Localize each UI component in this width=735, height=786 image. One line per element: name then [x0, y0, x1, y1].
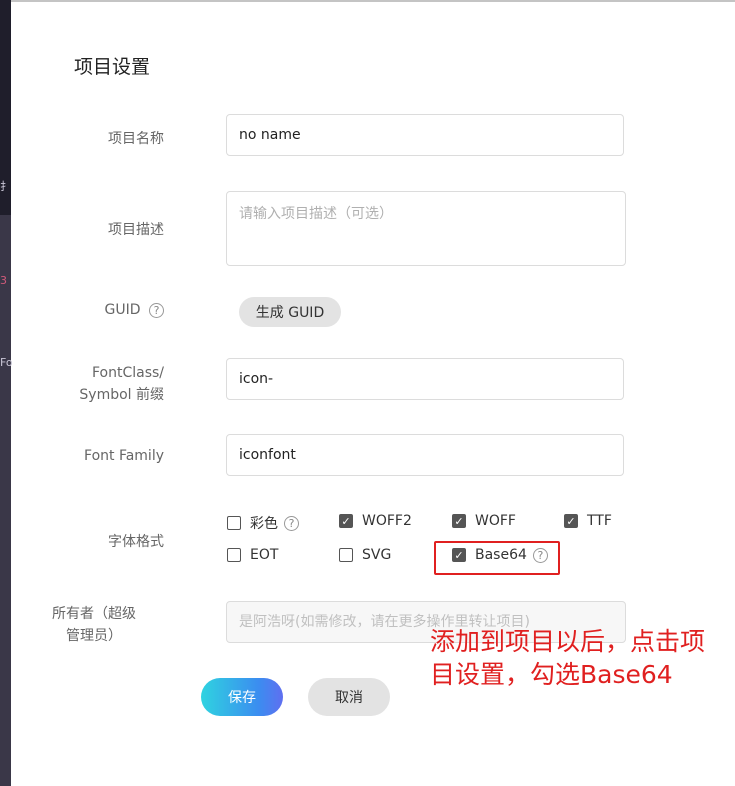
format-checkbox-svg[interactable]: SVG [339, 547, 391, 563]
annotation-text: 添加到项目以后，点击项 目设置，勾选Base64 [430, 625, 730, 691]
format-checkbox-eot[interactable]: EOT [227, 547, 278, 563]
checkbox-checked-icon [339, 514, 353, 528]
owner-label-line1: 所有者（超级 [52, 606, 136, 622]
format-label-eot: EOT [250, 547, 279, 563]
format-label-color: 彩色 [250, 516, 278, 532]
owner-label: 所有者（超级 管理员） [24, 603, 164, 647]
checkbox-unchecked-icon [339, 548, 353, 562]
background-overlay: 扌 3 Fo [0, 0, 13, 786]
format-checkbox-ttf[interactable]: TTF [564, 513, 612, 529]
generate-guid-button[interactable]: 生成 GUID [239, 297, 341, 327]
checkbox-checked-icon [564, 514, 578, 528]
fontclass-prefix-label: FontClass/ Symbol 前缀 [24, 362, 164, 406]
project-name-label: 项目名称 [108, 131, 164, 147]
owner-label-line2: 管理员） [66, 628, 122, 644]
annotation-line2: 目设置，勾选Base64 [430, 660, 673, 689]
modal-top-edge [11, 0, 735, 2]
project-name-input[interactable] [226, 114, 624, 156]
checkbox-unchecked-icon [227, 516, 241, 530]
format-checkbox-color[interactable]: 彩色 ? [227, 513, 299, 533]
format-label-ttf: TTF [587, 513, 612, 529]
project-description-label: 项目描述 [108, 222, 164, 238]
base64-highlight-box [434, 541, 560, 575]
guid-label-text: GUID [104, 302, 141, 318]
format-label-woff2: WOFF2 [362, 513, 412, 529]
font-format-label: 字体格式 [108, 534, 164, 550]
font-family-input[interactable] [226, 434, 624, 476]
help-icon[interactable]: ? [284, 515, 299, 531]
cancel-button[interactable]: 取消 [308, 678, 390, 716]
save-button[interactable]: 保存 [201, 678, 283, 716]
guid-label: GUID ? [24, 302, 164, 318]
format-label-svg: SVG [362, 547, 392, 563]
format-label-woff: WOFF [475, 513, 516, 529]
font-family-label: Font Family [84, 448, 164, 464]
annotation-line1: 添加到项目以后，点击项 [430, 627, 706, 656]
checkbox-unchecked-icon [227, 548, 241, 562]
help-icon[interactable]: ? [149, 302, 164, 318]
fontclass-prefix-label-line2: Symbol 前缀 [79, 387, 164, 403]
format-checkbox-woff2[interactable]: WOFF2 [339, 513, 412, 529]
checkbox-checked-icon [452, 514, 466, 528]
fontclass-prefix-input[interactable] [226, 358, 624, 400]
modal-title: 项目设置 [74, 56, 151, 78]
project-description-input[interactable] [226, 191, 626, 266]
fontclass-prefix-label-line1: FontClass/ [91, 365, 164, 381]
format-checkbox-woff[interactable]: WOFF [452, 513, 516, 529]
